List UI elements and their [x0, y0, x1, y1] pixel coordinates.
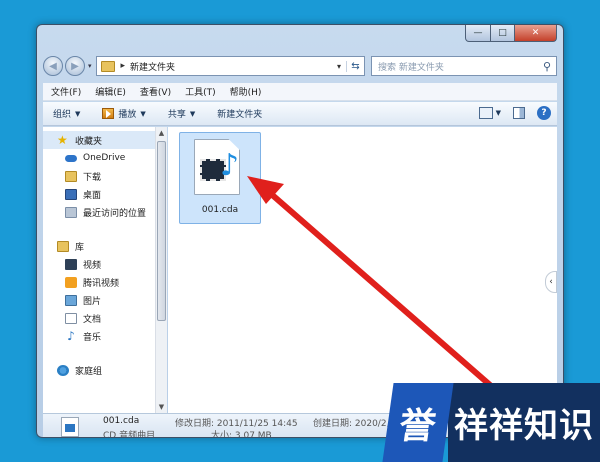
cda-file-thumbnail-icon	[61, 417, 79, 437]
tencent-video-icon	[65, 276, 77, 288]
search-input[interactable]: 搜索 新建文件夹	[378, 60, 538, 73]
history-dropdown-icon[interactable]: ▾	[88, 62, 92, 70]
organize-label: 组织	[53, 110, 72, 120]
command-bar: 组织 ▼ 播放 ▼ 共享 ▼ 新建文件夹 ▼ ?	[43, 102, 557, 126]
sidebar-item-label: 腾讯视频	[83, 278, 120, 289]
new-folder-label: 新建文件夹	[217, 110, 263, 120]
desktop-icon	[65, 188, 77, 200]
sidebar-item-label: OneDrive	[83, 153, 126, 163]
sidebar-item-music[interactable]: ♪ 音乐	[43, 327, 155, 345]
sidebar-item-pictures[interactable]: 图片	[43, 291, 155, 309]
sidebar-item-label: 图片	[83, 296, 102, 307]
sidebar-item-label: 库	[75, 242, 85, 253]
search-icon[interactable]: ⚲	[538, 60, 556, 73]
preview-pane-icon[interactable]	[513, 107, 525, 119]
video-library-icon	[65, 258, 77, 270]
download-folder-icon	[65, 170, 77, 182]
window-controls: — □ ✕	[465, 25, 557, 42]
play-button[interactable]: 播放 ▼	[102, 107, 146, 120]
menu-bar: 文件(F) 编辑(E) 查看(V) 工具(T) 帮助(H)	[43, 83, 557, 101]
sidebar-libraries[interactable]: 库	[43, 237, 155, 255]
organize-button[interactable]: 组织 ▼	[53, 107, 81, 121]
folder-icon	[100, 60, 115, 72]
sidebar-item-recent[interactable]: 最近访问的位置	[43, 203, 155, 221]
new-folder-button[interactable]: 新建文件夹	[217, 107, 262, 120]
homegroup-icon	[57, 364, 69, 376]
sidebar-item-tencent-video[interactable]: 腾讯视频	[43, 273, 155, 291]
watermark-logo: 誉 祥祥知识	[382, 383, 600, 462]
play-icon	[102, 108, 115, 119]
music-note-icon: ♪	[220, 148, 240, 183]
file-item-001-cda[interactable]: ♪ 001.cda	[179, 132, 261, 224]
maximize-button[interactable]: □	[491, 25, 515, 42]
sidebar-item-videos[interactable]: 视频	[43, 255, 155, 273]
sidebar-homegroup[interactable]: 家庭组	[43, 361, 155, 379]
sidebar-item-label: 文档	[83, 314, 102, 325]
toolbar-right: ▼ ?	[478, 106, 551, 120]
documents-icon	[65, 312, 77, 324]
view-dropdown-icon[interactable]: ▼	[496, 109, 501, 117]
menu-tools[interactable]: 工具(T)	[185, 85, 216, 98]
breadcrumb-separator-icon[interactable]: ▸	[121, 61, 126, 71]
file-list: ♪ 001.cda ‹	[168, 127, 557, 413]
chevron-down-icon: ▼	[140, 109, 146, 118]
menu-file[interactable]: 文件(F)	[51, 85, 81, 98]
help-icon[interactable]: ?	[537, 106, 551, 120]
details-created-date: 创建日期: 2020/2,	[313, 419, 390, 429]
address-bar[interactable]: ▸ 新建文件夹 ▾ ⇆	[95, 56, 365, 76]
sidebar-item-label: 视频	[83, 260, 102, 271]
refresh-icon[interactable]: ⇆	[346, 60, 364, 72]
sidebar-item-label: 家庭组	[75, 366, 103, 377]
minimize-button[interactable]: —	[465, 25, 491, 42]
sidebar-favorites[interactable]: ★ 收藏夹	[43, 131, 155, 149]
close-button[interactable]: ✕	[515, 25, 557, 42]
breadcrumb-current-folder[interactable]: 新建文件夹	[130, 60, 332, 73]
sidebar-item-desktop[interactable]: 桌面	[43, 185, 155, 203]
address-dropdown-icon[interactable]: ▾	[332, 62, 346, 71]
forward-button[interactable]: ▶	[65, 56, 85, 76]
watermark-text: 祥祥知识	[448, 383, 600, 462]
change-view-icon[interactable]	[478, 107, 493, 119]
sidebar-item-label: 收藏夹	[75, 136, 103, 147]
menu-edit[interactable]: 编辑(E)	[95, 85, 126, 98]
scroll-down-icon[interactable]: ▼	[156, 401, 167, 413]
share-button[interactable]: 共享 ▼	[167, 107, 196, 121]
music-icon: ♪	[67, 328, 75, 343]
watermark-seal: 誉	[382, 383, 454, 462]
sidebar-item-label: 下载	[83, 172, 102, 183]
scrollbar-thumb[interactable]	[157, 141, 166, 321]
menu-help[interactable]: 帮助(H)	[230, 85, 262, 98]
sidebar-item-documents[interactable]: 文档	[43, 309, 155, 327]
scroll-up-icon[interactable]: ▲	[156, 127, 167, 139]
side-scroll-handle[interactable]: ‹	[545, 271, 557, 293]
menu-view[interactable]: 查看(V)	[140, 85, 171, 98]
chevron-down-icon: ▼	[75, 109, 81, 118]
library-icon	[57, 240, 69, 252]
navigation-bar: ◀ ▶ ▾ ▸ 新建文件夹 ▾ ⇆ 搜索 新建文件夹 ⚲	[43, 53, 557, 79]
chevron-down-icon: ▼	[189, 109, 196, 118]
sidebar-item-label: 音乐	[83, 332, 102, 343]
details-file-name: 001.cda	[103, 416, 140, 426]
sidebar-item-downloads[interactable]: 下载	[43, 167, 155, 185]
details-file-type: CD 音频曲目	[103, 431, 156, 438]
sidebar-item-onedrive[interactable]: OneDrive	[43, 149, 155, 167]
share-label: 共享	[167, 110, 186, 120]
sidebar-item-label: 桌面	[83, 190, 102, 201]
pictures-icon	[65, 294, 77, 306]
file-name: 001.cda	[201, 205, 239, 215]
star-icon: ★	[57, 132, 68, 147]
back-button[interactable]: ◀	[43, 56, 63, 76]
search-box[interactable]: 搜索 新建文件夹 ⚲	[371, 56, 557, 76]
sidebar-item-label: 最近访问的位置	[83, 208, 147, 219]
details-size: 大小: 3.07 MB	[211, 431, 272, 438]
navigation-pane: ★ 收藏夹 OneDrive 下载 桌面 最近访问的位置 库 视频 腾讯视频 图…	[43, 127, 155, 413]
play-label: 播放	[118, 110, 137, 120]
recent-places-icon	[65, 206, 77, 218]
navigation-pane-scrollbar[interactable]: ▲ ▼	[155, 127, 167, 413]
explorer-window: — □ ✕ ◀ ▶ ▾ ▸ 新建文件夹 ▾ ⇆ 搜索 新建文件夹 ⚲ 文件(F)…	[36, 24, 564, 438]
cloud-icon	[65, 154, 77, 162]
